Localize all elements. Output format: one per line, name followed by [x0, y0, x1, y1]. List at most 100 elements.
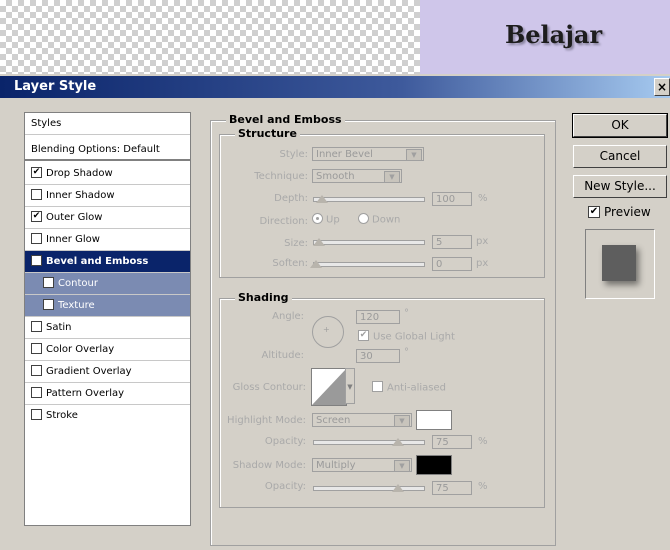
structure-title: Structure — [235, 127, 300, 140]
style-item-inner-shadow[interactable]: Inner Shadow — [25, 185, 190, 207]
shading-title: Shading — [235, 291, 292, 304]
shadow-opacity-unit: % — [478, 481, 488, 492]
ok-button[interactable]: OK — [572, 113, 668, 138]
altitude-input[interactable]: 30 — [356, 349, 400, 363]
size-slider-thumb[interactable] — [313, 238, 325, 246]
use-global-light-checkbox[interactable]: ✔ Use Global Light — [358, 330, 455, 343]
style-item-pattern-overlay[interactable]: Pattern Overlay — [25, 383, 190, 405]
shading-group — [219, 298, 545, 508]
direction-up-radio[interactable]: Up — [312, 213, 340, 226]
shadow-mode-label: Shadow Mode: — [232, 460, 306, 471]
highlight-opacity-input[interactable]: 75 — [432, 435, 472, 449]
checkbox-stroke[interactable] — [31, 408, 42, 420]
shadow-opacity-input[interactable]: 75 — [432, 481, 472, 495]
new-style-button[interactable]: New Style... — [573, 175, 667, 198]
highlight-mode-label: Highlight Mode: — [227, 415, 306, 426]
contour-linear-icon — [312, 369, 346, 405]
shadow-opacity-thumb[interactable] — [392, 484, 404, 492]
anti-aliased-checkbox[interactable]: Anti-aliased — [372, 381, 446, 394]
canvas-text: Belajar — [505, 20, 603, 49]
angle-dial[interactable]: + — [312, 316, 344, 348]
style-item-bevel-and-emboss[interactable]: Bevel and Emboss — [25, 251, 190, 273]
soften-unit: px — [476, 258, 489, 269]
checkbox-satin[interactable] — [31, 320, 42, 332]
direction-down-radio[interactable]: Down — [358, 213, 400, 226]
highlight-opacity-slider[interactable] — [313, 440, 425, 445]
highlight-opacity-label: Opacity: — [264, 436, 306, 447]
altitude-label: Altitude: — [261, 350, 304, 361]
shadow-color-swatch[interactable] — [416, 455, 452, 475]
checkbox-texture[interactable] — [43, 298, 54, 310]
checkbox-contour[interactable] — [43, 276, 54, 288]
checkbox-color-overlay[interactable] — [31, 342, 42, 354]
shadow-opacity-label: Opacity: — [264, 481, 306, 492]
checkbox-gradient-overlay[interactable] — [31, 364, 42, 376]
bevel-emboss-title: Bevel and Emboss — [226, 113, 345, 126]
checkbox-outer-glow[interactable]: ✔ — [31, 210, 42, 222]
checkbox-bevel-and-emboss[interactable] — [31, 254, 42, 266]
depth-unit: % — [478, 193, 488, 204]
style-item-inner-glow[interactable]: Inner Glow — [25, 229, 190, 251]
angle-input[interactable]: 120 — [356, 310, 400, 324]
window-title: Layer Style — [14, 79, 97, 94]
highlight-opacity-unit: % — [478, 436, 488, 447]
style-item-satin[interactable]: Satin — [25, 317, 190, 339]
style-item-gradient-overlay[interactable]: Gradient Overlay — [25, 361, 190, 383]
preview-checkbox[interactable]: ✔ Preview — [588, 205, 651, 219]
depth-slider-thumb[interactable] — [316, 195, 328, 203]
style-dropdown[interactable]: Inner Bevel ▼ — [312, 147, 424, 161]
chevron-down-icon: ▼ — [347, 383, 353, 391]
shadow-mode-dropdown[interactable]: Multiply ▼ — [312, 458, 412, 472]
checkbox-preview[interactable]: ✔ — [588, 205, 600, 218]
angle-label: Angle: — [272, 311, 304, 322]
title-bar[interactable] — [0, 76, 670, 98]
checkbox-inner-glow[interactable] — [31, 232, 42, 244]
checkbox-pattern-overlay[interactable] — [31, 386, 42, 398]
style-label: Style: — [279, 149, 309, 160]
close-button[interactable]: × — [654, 78, 670, 96]
highlight-color-swatch[interactable] — [416, 410, 452, 430]
size-input[interactable]: 5 — [432, 235, 472, 249]
size-slider[interactable] — [313, 240, 425, 245]
gloss-contour-dropdown[interactable]: ▼ — [345, 368, 355, 404]
style-item-stroke[interactable]: Stroke — [25, 405, 190, 427]
checkbox-drop-shadow[interactable]: ✔ — [31, 166, 42, 178]
size-label: Size: — [284, 238, 308, 249]
angle-unit: ° — [404, 308, 409, 319]
styles-header[interactable]: Styles — [25, 113, 190, 135]
gloss-contour-preview[interactable] — [311, 368, 347, 406]
chevron-down-icon: ▼ — [384, 171, 400, 183]
preview-swatch — [602, 245, 636, 281]
style-item-outer-glow[interactable]: ✔ Outer Glow — [25, 207, 190, 229]
checkbox-global-light[interactable]: ✔ — [358, 330, 369, 341]
preview-box — [585, 229, 655, 299]
cancel-button[interactable]: Cancel — [573, 145, 667, 168]
checkbox-anti-aliased[interactable] — [372, 381, 383, 392]
soften-input[interactable]: 0 — [432, 257, 472, 271]
gloss-contour-label: Gloss Contour: — [232, 382, 306, 393]
technique-label: Technique: — [254, 171, 308, 182]
style-item-texture[interactable]: Texture — [25, 295, 190, 317]
shadow-opacity-slider[interactable] — [313, 486, 425, 491]
chevron-down-icon: ▼ — [406, 149, 422, 161]
crosshair-icon: + — [323, 325, 330, 334]
depth-slider[interactable] — [313, 197, 425, 202]
soften-slider-thumb[interactable] — [310, 260, 322, 268]
highlight-mode-dropdown[interactable]: Screen ▼ — [312, 413, 412, 427]
size-unit: px — [476, 236, 489, 247]
radio-up[interactable] — [312, 213, 323, 224]
soften-slider[interactable] — [313, 262, 425, 267]
style-item-contour[interactable]: Contour — [25, 273, 190, 295]
style-item-color-overlay[interactable]: Color Overlay — [25, 339, 190, 361]
blending-options-item[interactable]: Blending Options: Default — [25, 139, 190, 161]
soften-label: Soften: — [272, 258, 308, 269]
highlight-opacity-thumb[interactable] — [392, 438, 404, 446]
depth-input[interactable]: 100 — [432, 192, 472, 206]
altitude-unit: ° — [404, 347, 409, 358]
style-item-drop-shadow[interactable]: ✔ Drop Shadow — [25, 163, 190, 185]
chevron-down-icon: ▼ — [394, 415, 410, 427]
checkbox-inner-shadow[interactable] — [31, 188, 42, 200]
styles-list: Styles Blending Options: Default ✔ Drop S… — [24, 112, 191, 526]
technique-dropdown[interactable]: Smooth ▼ — [312, 169, 402, 183]
radio-down[interactable] — [358, 213, 369, 224]
